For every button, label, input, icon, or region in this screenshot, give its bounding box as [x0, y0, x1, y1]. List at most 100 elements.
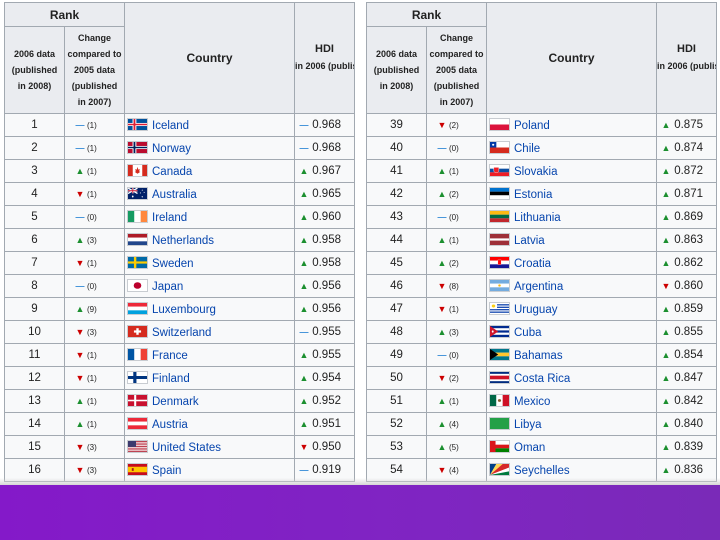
rank-header: Rank [366, 2, 487, 27]
rank-cell: 9 [4, 297, 65, 321]
arrow-up-icon: ▲ [299, 373, 309, 383]
country-link[interactable]: Croatia [514, 258, 551, 270]
rank-cell: 49 [366, 343, 427, 367]
rank-cell: 8 [4, 274, 65, 298]
change-cell: ▼ (2) [426, 366, 487, 390]
arrow-up-icon: ▲ [661, 120, 671, 130]
country-link[interactable]: Seychelles [514, 465, 570, 477]
hdi-header: HDI in 2006 (published in 2008) [294, 2, 355, 114]
change-cell: ▼ (1) [64, 366, 125, 390]
flag-canada-icon [127, 164, 152, 178]
arrow-up-icon: ▲ [661, 465, 671, 475]
hdi-cell: — 0.955 [294, 320, 355, 344]
country-header: Country [124, 2, 295, 114]
rank-cell: 4 [4, 182, 65, 206]
country-link[interactable]: Switzerland [152, 327, 211, 339]
flag-seychelles-icon [489, 463, 514, 477]
slide-shadow [0, 478, 720, 485]
country-link[interactable]: Canada [152, 166, 192, 178]
country-link[interactable]: Costa Rica [514, 373, 570, 385]
change-amount: (1) [87, 397, 97, 406]
arrow-up-icon: ▲ [437, 189, 447, 199]
country-link[interactable]: Lithuania [514, 212, 561, 224]
country-link[interactable]: France [152, 350, 188, 362]
country-link[interactable]: Uruguay [514, 304, 557, 316]
country-link[interactable]: Luxembourg [152, 304, 216, 316]
rank-cell: 53 [366, 435, 427, 459]
change-cell: ▼ (8) [426, 274, 487, 298]
country-cell: Croatia [486, 251, 657, 275]
rank-cell: 1 [4, 113, 65, 137]
country-cell: Lithuania [486, 205, 657, 229]
country-link[interactable]: Libya [514, 419, 542, 431]
country-header: Country [486, 2, 657, 114]
country-cell: Japan [124, 274, 295, 298]
country-link[interactable]: Japan [152, 281, 183, 293]
rank-cell: 3 [4, 159, 65, 183]
hdi-value: 0.842 [674, 395, 703, 407]
change-amount: (1) [87, 167, 97, 176]
country-link[interactable]: Norway [152, 143, 191, 155]
rank-header: Rank [4, 2, 125, 27]
country-link[interactable]: Latvia [514, 235, 545, 247]
country-link[interactable]: Austria [152, 419, 188, 431]
country-link[interactable]: Poland [514, 120, 550, 132]
table-row: 43— (0) Lithuania ▲ 0.869 [366, 205, 717, 229]
hdi-value: 0.968 [312, 142, 341, 154]
rank-cell: 39 [366, 113, 427, 137]
arrow-down-icon: ▼ [75, 189, 85, 199]
hdi-value: 0.952 [312, 395, 341, 407]
flag-spain-icon [127, 463, 152, 477]
flag-oman-icon [489, 440, 514, 454]
country-link[interactable]: Chile [514, 143, 540, 155]
hdi-cell: ▲ 0.862 [656, 251, 717, 275]
table-row: 4 ▼ (1) Australia ▲ 0.965 [4, 182, 355, 206]
country-cell: Norway [124, 136, 295, 160]
change-cell: ▲ (1) [64, 389, 125, 413]
table-row: 6 ▲ (3) Netherlands ▲ 0.958 [4, 228, 355, 252]
country-link[interactable]: United States [152, 442, 221, 454]
country-link[interactable]: Estonia [514, 189, 552, 201]
table-row: 8— (0) Japan ▲ 0.956 [4, 274, 355, 298]
change-amount: (0) [449, 213, 459, 222]
country-link[interactable]: Ireland [152, 212, 187, 224]
country-link[interactable]: Slovakia [514, 166, 557, 178]
table-row: 13 ▲ (1) Denmark ▲ 0.952 [4, 389, 355, 413]
country-cell: Sweden [124, 251, 295, 275]
hdi-cell: ▲ 0.951 [294, 412, 355, 436]
country-link[interactable]: Sweden [152, 258, 194, 270]
country-link[interactable]: Netherlands [152, 235, 214, 247]
country-link[interactable]: Argentina [514, 281, 563, 293]
hdi-cell: ▲ 0.956 [294, 297, 355, 321]
change-cell: ▲ (3) [426, 320, 487, 344]
table-row: 11 ▼ (1) France ▲ 0.955 [4, 343, 355, 367]
hdi-cell: ▲ 0.954 [294, 366, 355, 390]
country-link[interactable]: Denmark [152, 396, 199, 408]
rank-cell: 41 [366, 159, 427, 183]
country-cell: Iceland [124, 113, 295, 137]
country-link[interactable]: Iceland [152, 120, 189, 132]
arrow-up-icon: ▲ [75, 396, 85, 406]
table-row: 44 ▲ (1) Latvia ▲ 0.863 [366, 228, 717, 252]
country-link[interactable]: Mexico [514, 396, 550, 408]
country-link[interactable]: Finland [152, 373, 190, 385]
change-cell: ▲ (2) [426, 182, 487, 206]
rank-2006-header: 2006 data (published in 2008) [4, 26, 65, 114]
flag-slovakia-icon [489, 164, 514, 178]
arrow-up-icon: ▲ [661, 212, 671, 222]
country-cell: Oman [486, 435, 657, 459]
country-link[interactable]: Spain [152, 465, 181, 477]
country-link[interactable]: Bahamas [514, 350, 563, 362]
hdi-value: 0.874 [674, 142, 703, 154]
country-link[interactable]: Cuba [514, 327, 542, 339]
flag-france-icon [127, 348, 152, 362]
table-row: 46 ▼ (8) Argentina ▼ 0.860 [366, 274, 717, 298]
hdi-header: HDI in 2006 (published in 2008) [656, 2, 717, 114]
flag-libya-icon [489, 417, 514, 431]
country-link[interactable]: Australia [152, 189, 197, 201]
change-cell: — (0) [64, 205, 125, 229]
hdi-cell: ▲ 0.874 [656, 136, 717, 160]
arrow-down-icon: ▼ [437, 465, 447, 475]
country-link[interactable]: Oman [514, 442, 545, 454]
table-row: 53 ▲ (5) Oman ▲ 0.839 [366, 435, 717, 459]
